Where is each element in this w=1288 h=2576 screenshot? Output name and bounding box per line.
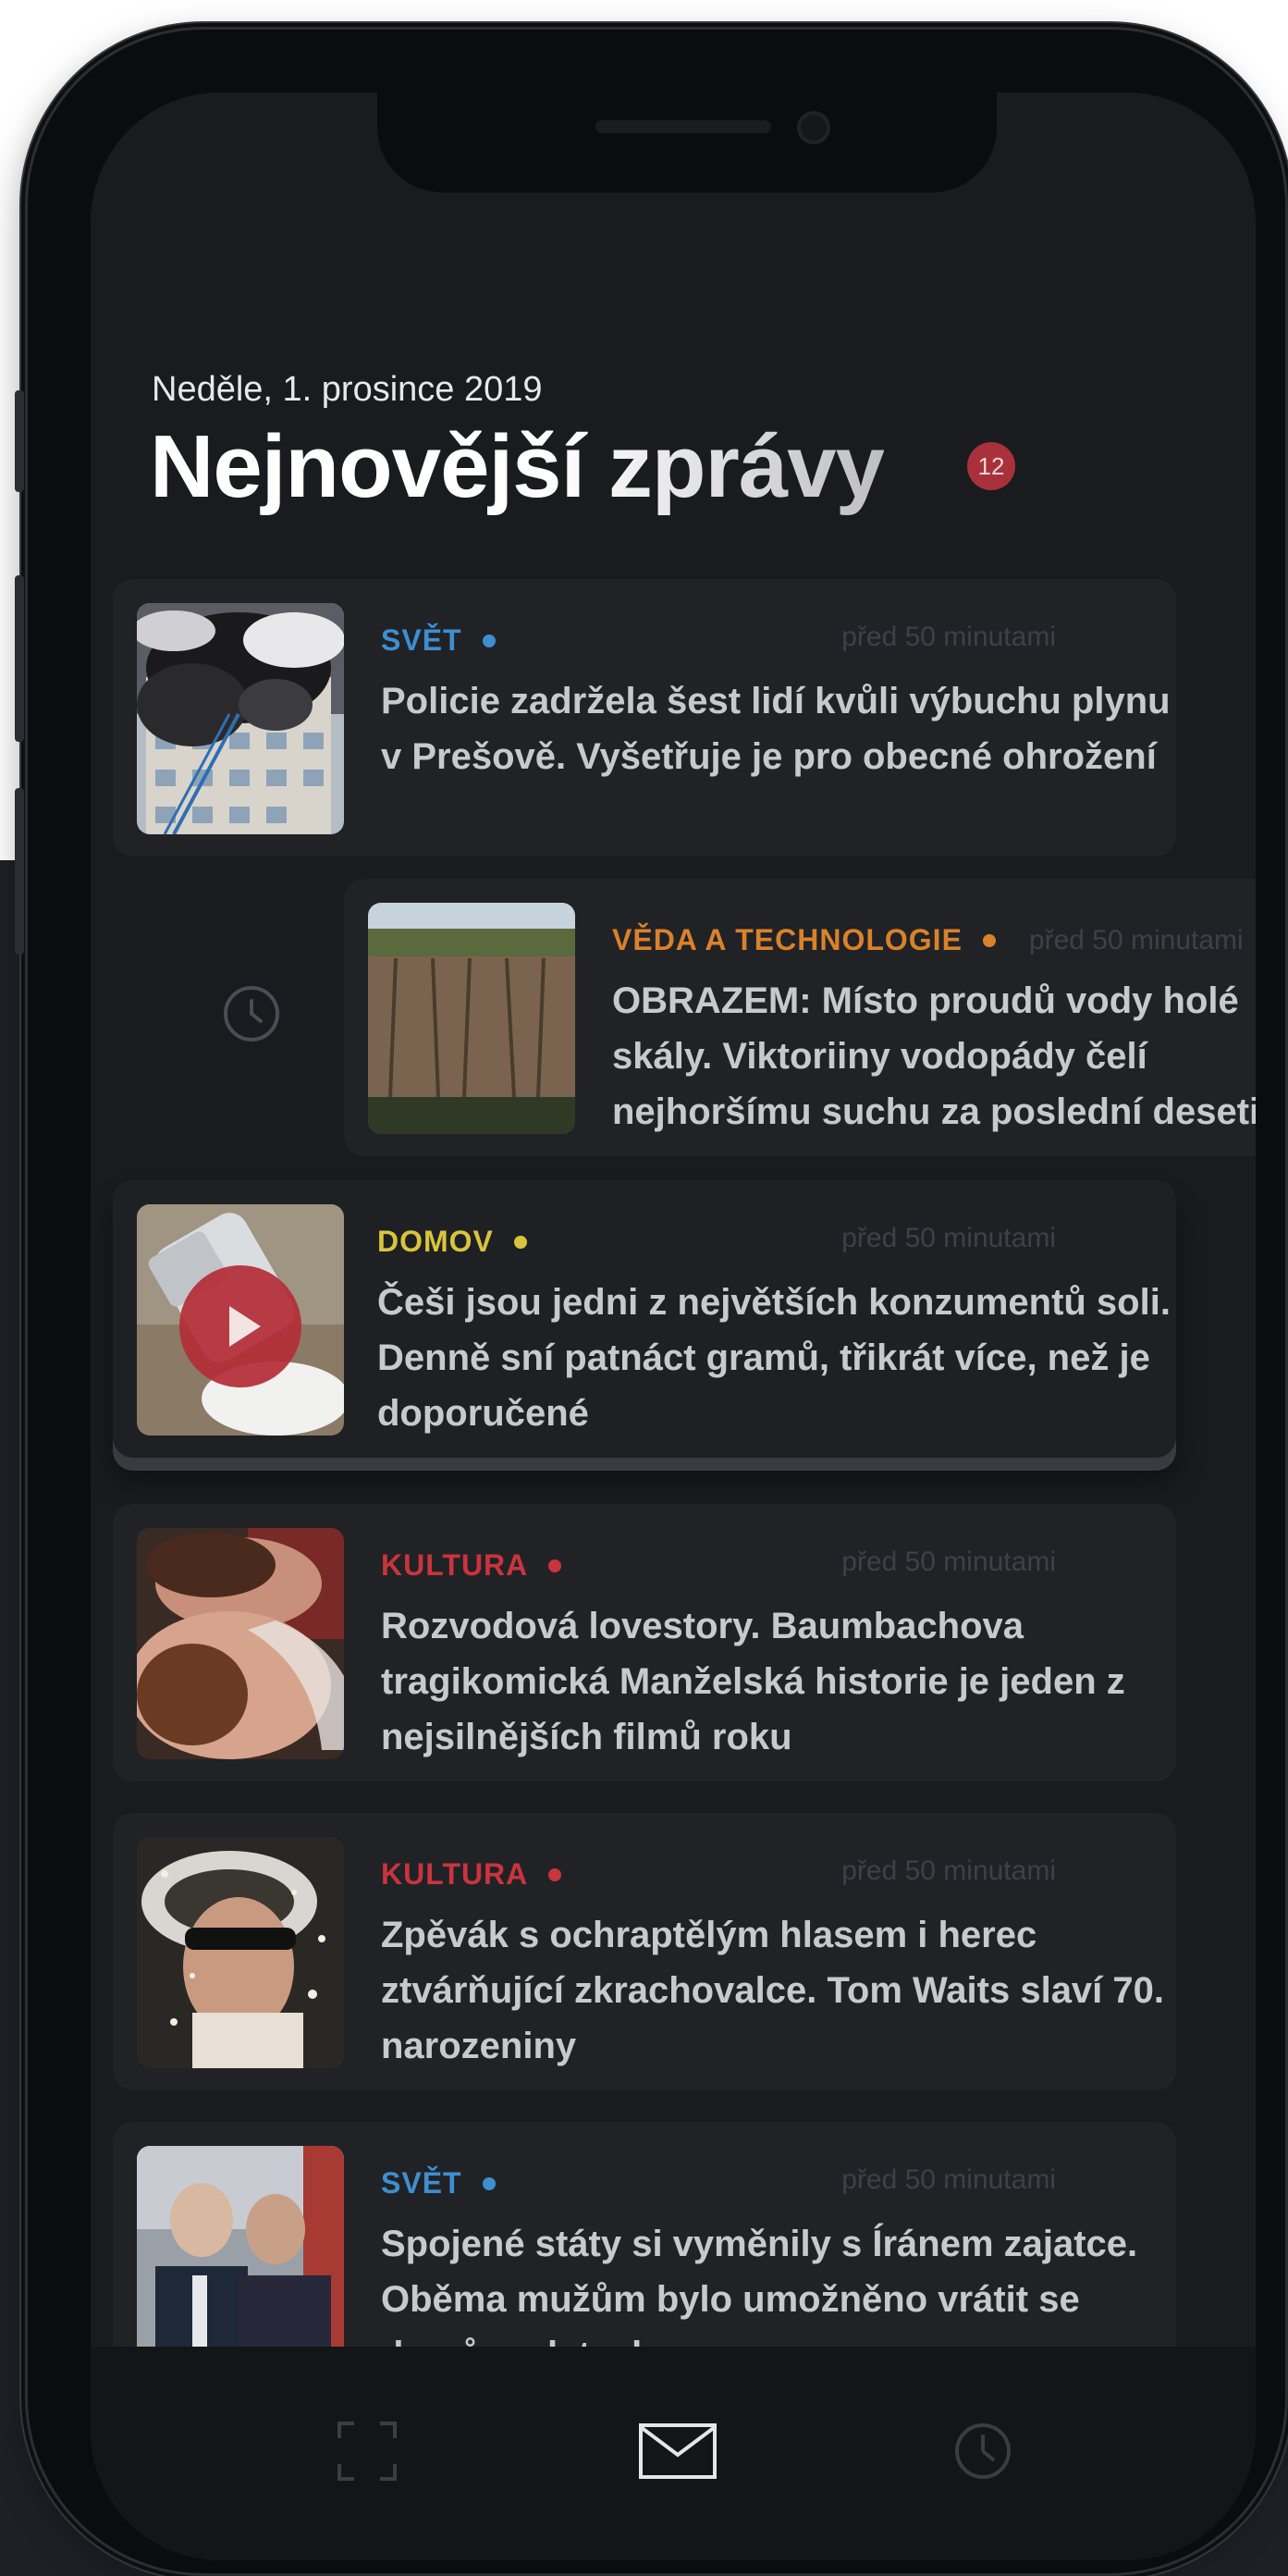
article-time: před 50 minutami <box>1028 924 1244 955</box>
building-fire-photo <box>137 603 344 834</box>
front-camera <box>797 111 830 144</box>
article-time: před 50 minutami <box>841 1223 1056 1253</box>
clock-icon <box>224 986 279 1041</box>
article-category: KULTURA <box>381 1548 562 1583</box>
category-label: SVĚT <box>381 623 462 657</box>
category-label: KULTURA <box>381 1857 529 1891</box>
category-label: SVĚT <box>381 2166 462 2200</box>
category-label: DOMOV <box>377 1225 494 1258</box>
article-time: před 50 minutami <box>841 1855 1056 1886</box>
unread-badge: 12 <box>967 442 1015 490</box>
tab-bar <box>91 2347 1256 2560</box>
phone-screen: Neděle, 1. prosince 2019 Nejnovější zprá… <box>91 92 1256 2560</box>
phone-frame: Neděle, 1. prosince 2019 Nejnovější zprá… <box>15 30 1285 2573</box>
article-time: před 50 minutami <box>841 622 1056 652</box>
category-dot <box>548 1867 562 1881</box>
article-card-swiped[interactable]: VĚDA A TECHNOLOGIE před 50 minutami OBRA… <box>344 879 1256 1156</box>
salt-shaker-photo <box>137 1204 344 1436</box>
category-dot <box>513 1235 527 1249</box>
category-dot <box>482 634 496 647</box>
tab-scan[interactable] <box>325 2410 409 2493</box>
article-title: Zpěvák s ochraptělým hlasem i herec ztvá… <box>381 1915 1165 2066</box>
notch <box>377 92 997 192</box>
clock-icon <box>955 2423 1011 2479</box>
speaker <box>595 120 771 133</box>
mail-icon <box>639 2423 717 2479</box>
article-title: Rozvodová lovestory. Baumbachova tragiko… <box>381 1606 1125 1757</box>
side-button <box>15 390 24 492</box>
category-dot <box>982 933 996 947</box>
article-card[interactable]: KULTURA před 50 minutami Rozvodová loves… <box>113 1504 1176 1781</box>
category-dot <box>548 1559 562 1572</box>
scan-icon <box>337 2422 397 2481</box>
page-title: Nejnovější zprávy <box>150 417 885 516</box>
side-button <box>15 788 24 955</box>
article-category: SVĚT <box>381 623 496 658</box>
article-card[interactable]: DOMOV před 50 minutami Češi jsou jedni z… <box>113 1180 1176 1458</box>
article-category: SVĚT <box>381 2166 496 2200</box>
category-dot <box>482 2176 496 2190</box>
tab-history[interactable] <box>941 2410 1024 2493</box>
category-label: KULTURA <box>381 1548 529 1582</box>
article-title: Policie zadržela šest lidí kvůli výbuchu… <box>381 681 1171 777</box>
article-category: VĚDA A TECHNOLOGIE před 50 minutami <box>612 923 1244 957</box>
article-time: před 50 minutami <box>841 1547 1056 1577</box>
article-card[interactable]: SVĚT před 50 minutami Policie zadržela š… <box>113 579 1176 857</box>
tab-mail[interactable] <box>636 2410 719 2493</box>
article-category: KULTURA <box>381 1857 562 1892</box>
article-title: Češi jsou jedni z největších konzumentů … <box>377 1282 1171 1434</box>
film-still-photo <box>137 1528 344 1759</box>
dry-waterfall-photo <box>368 903 575 1134</box>
article-category: DOMOV <box>377 1225 527 1259</box>
two-men-photo <box>137 2146 344 2377</box>
date-label: Neděle, 1. prosince 2019 <box>152 370 543 409</box>
article-time: před 50 minutami <box>841 2164 1056 2195</box>
category-label: VĚDA A TECHNOLOGIE <box>612 923 963 956</box>
side-button <box>15 575 24 742</box>
article-title: OBRAZEM: Místo proudů vody holé skály. V… <box>612 980 1256 1132</box>
tom-waits-photo <box>137 1837 344 2068</box>
article-card[interactable]: KULTURA před 50 minutami Zpěvák s ochrap… <box>113 1813 1176 2090</box>
